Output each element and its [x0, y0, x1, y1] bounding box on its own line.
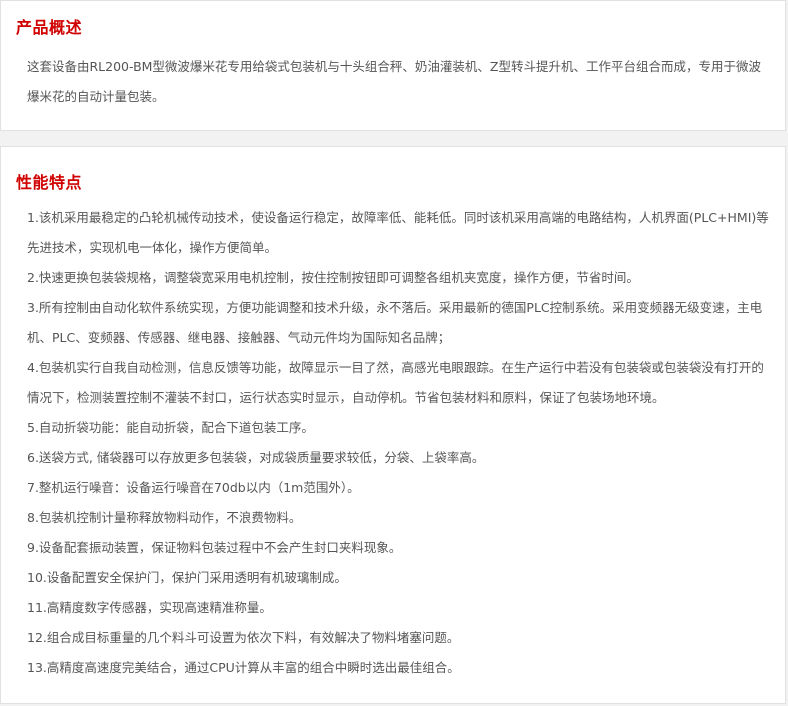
product-overview-title: 产品概述 — [16, 18, 83, 37]
feature-item: 6.送袋方式, 储袋器可以存放更多包装袋，对成袋质量要求较低，分袋、上袋率高。 — [27, 450, 485, 465]
feature-item: 7.整机运行噪音：设备运行噪音在70db以内（1m范围外）。 — [27, 480, 360, 495]
feature-item: 1.该机采用最稳定的凸轮机械传动技术，使设备运行稳定，故障率低、能耗低。同时该机… — [27, 210, 769, 255]
feature-item: 13.高精度高速度完美结合，通过CPU计算从丰富的组合中瞬时选出最佳组合。 — [27, 660, 460, 675]
feature-item: 9.设备配套振动装置，保证物料包装过程中不会产生封口夹料现象。 — [27, 540, 402, 555]
performance-features-title: 性能特点 — [16, 173, 83, 192]
feature-item: 12.组合成目标重量的几个料斗可设置为依次下料，有效解决了物料堵塞问题。 — [27, 630, 460, 645]
feature-item: 4.包装机实行自我自动检测，信息反馈等功能，故障显示一目了然，高感光电眼跟踪。在… — [27, 360, 764, 405]
feature-item: 2.快速更换包装袋规格，调整袋宽采用电机控制，按住控制按钮即可调整各组机夹宽度，… — [27, 270, 639, 285]
feature-item: 3.所有控制由自动化软件系统实现，方便功能调整和技术升级，永不落后。采用最新的德… — [27, 300, 763, 345]
feature-list: 1.该机采用最稳定的凸轮机械传动技术，使设备运行稳定，故障率低、能耗低。同时该机… — [27, 203, 769, 683]
feature-item: 11.高精度数字传感器，实现高速精准称量。 — [27, 600, 272, 615]
product-overview-panel: 产品概述 这套设备由RL200-BM型微波爆米花专用给袋式包装机与十头组合秤、奶… — [0, 0, 786, 131]
feature-item: 8.包装机控制计量称释放物料动作，不浪费物料。 — [27, 510, 302, 525]
feature-item: 10.设备配置安全保护门，保护门采用透明有机玻璃制成。 — [27, 570, 347, 585]
feature-item: 5.自动折袋功能：能自动折袋，配合下道包装工序。 — [27, 420, 314, 435]
performance-features-panel: 性能特点 1.该机采用最稳定的凸轮机械传动技术，使设备运行稳定，故障率低、能耗低… — [0, 146, 786, 704]
product-overview-text: 这套设备由RL200-BM型微波爆米花专用给袋式包装机与十头组合秤、奶油灌装机、… — [27, 59, 761, 104]
